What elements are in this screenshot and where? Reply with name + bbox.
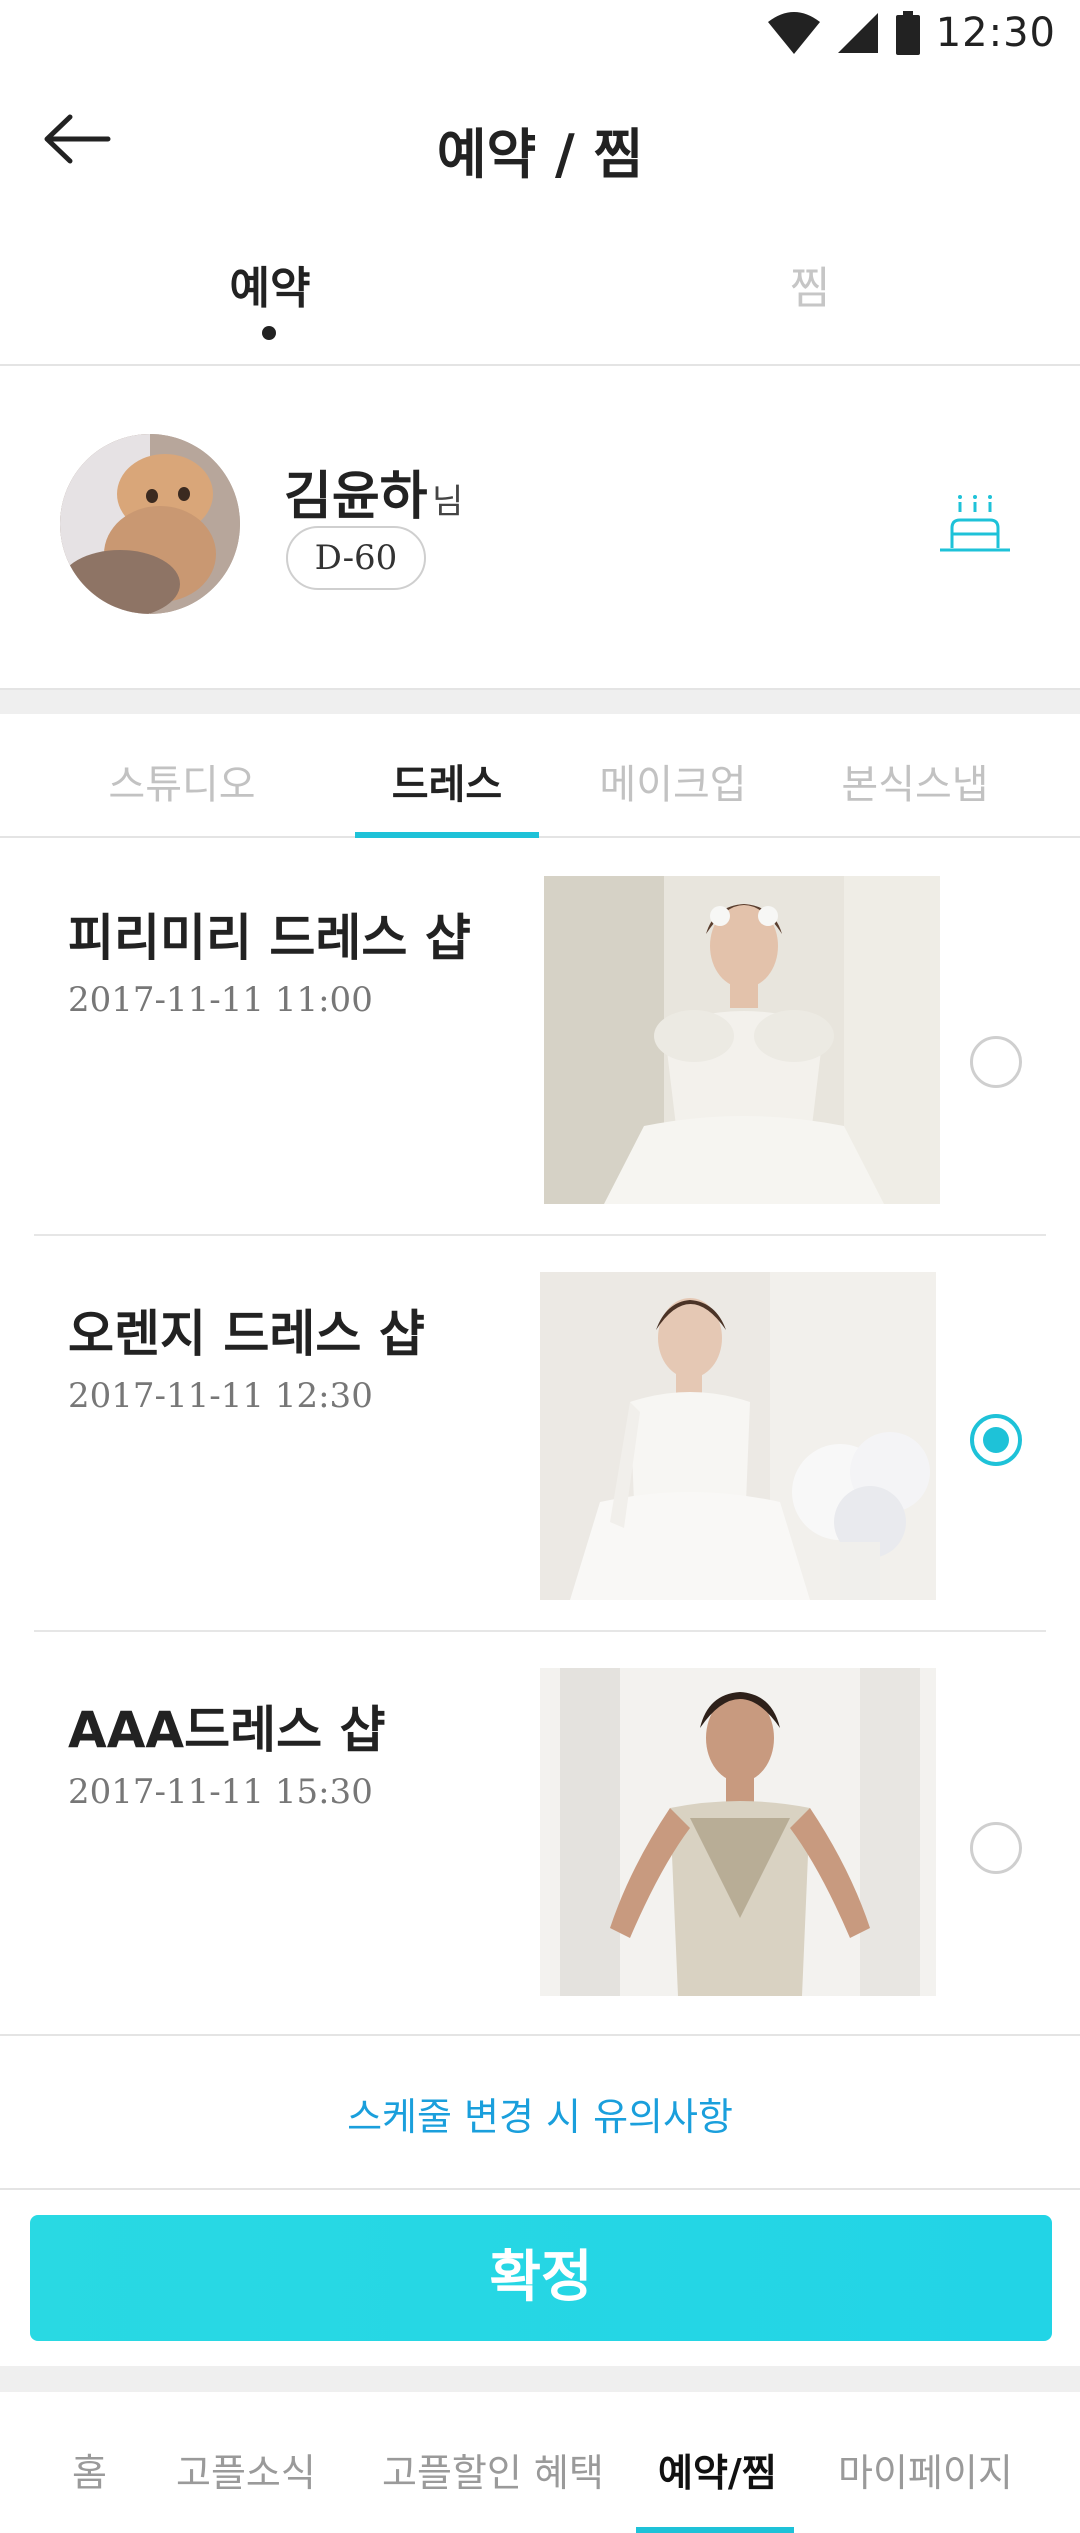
reservation-datetime: 2017-11-11 12:30 xyxy=(68,1376,373,1416)
user-name: 김윤하 xyxy=(284,467,428,527)
section-separator xyxy=(0,2366,1080,2392)
cake-icon[interactable] xyxy=(938,492,1012,566)
active-nav-indicator xyxy=(636,2527,794,2533)
wifi-icon xyxy=(767,12,820,54)
nav-mypage[interactable]: 마이페이지 xyxy=(838,2442,1013,2497)
reservation-datetime: 2017-11-11 15:30 xyxy=(68,1772,373,1812)
dress-photo xyxy=(540,1272,936,1600)
select-radio[interactable] xyxy=(970,1036,1022,1088)
tab-wishlist[interactable]: 찜 xyxy=(660,252,960,316)
tab-wedding-snap[interactable]: 본식스냅 xyxy=(805,752,1025,810)
category-tabs: 스튜디오 드레스 메이크업 본식스냅 xyxy=(0,714,1080,838)
profile-section: 김윤하 님 D-60 xyxy=(0,366,1080,688)
nav-news[interactable]: 고플소식 xyxy=(176,2442,316,2497)
tab-reservation[interactable]: 예약 xyxy=(120,252,420,316)
list-item[interactable]: 피리미리 드레스 샵 2017-11-11 11:00 xyxy=(0,840,1080,1236)
shop-name: 피리미리 드레스 샵 xyxy=(68,909,471,967)
dress-photo xyxy=(540,1668,936,1996)
dday-badge: D-60 xyxy=(286,526,426,590)
nav-discounts[interactable]: 고플할인 혜택 xyxy=(382,2442,604,2497)
battery-icon xyxy=(895,11,920,55)
app-header: 예약 / 찜 xyxy=(0,72,1080,222)
tab-dress[interactable]: 드레스 xyxy=(337,752,557,810)
schedule-change-notice-link[interactable]: 스케줄 변경 시 유의사항 xyxy=(0,2086,1080,2141)
confirm-button[interactable]: 확정 xyxy=(30,2215,1052,2341)
select-radio[interactable] xyxy=(970,1822,1022,1874)
tab-studio[interactable]: 스튜디오 xyxy=(72,752,292,810)
active-tab-dot xyxy=(262,326,276,340)
status-bar: 12:30 xyxy=(0,0,1080,72)
avatar-photo xyxy=(60,434,240,614)
avatar xyxy=(60,434,240,614)
signal-icon xyxy=(837,13,878,53)
tab-makeup[interactable]: 메이크업 xyxy=(563,752,783,810)
page-title: 예약 / 찜 xyxy=(436,123,644,186)
dress-photo xyxy=(544,876,940,1204)
active-category-indicator xyxy=(355,832,539,838)
section-separator xyxy=(0,688,1080,714)
notice-section: 스케줄 변경 시 유의사항 xyxy=(0,2034,1080,2190)
nav-home[interactable]: 홈 xyxy=(72,2442,107,2497)
bottom-nav: 홈 고플소식 고플할인 혜택 예약/찜 마이페이지 xyxy=(0,2392,1080,2533)
shop-name: AAA드레스 샵 xyxy=(68,1701,386,1759)
list-item[interactable]: 오렌지 드레스 샵 2017-11-11 12:30 xyxy=(0,1236,1080,1632)
status-time: 12:30 xyxy=(935,10,1056,56)
top-tabs: 예약 찜 xyxy=(0,222,1080,366)
reservation-datetime: 2017-11-11 11:00 xyxy=(68,980,373,1020)
list-item[interactable]: AAA드레스 샵 2017-11-11 15:30 xyxy=(0,1632,1080,2028)
select-radio[interactable] xyxy=(970,1414,1022,1466)
shop-name: 오렌지 드레스 샵 xyxy=(68,1305,425,1363)
user-honorific: 님 xyxy=(432,482,464,522)
nav-reservation[interactable]: 예약/찜 xyxy=(658,2442,777,2497)
status-icons: 12:30 xyxy=(766,10,1056,56)
